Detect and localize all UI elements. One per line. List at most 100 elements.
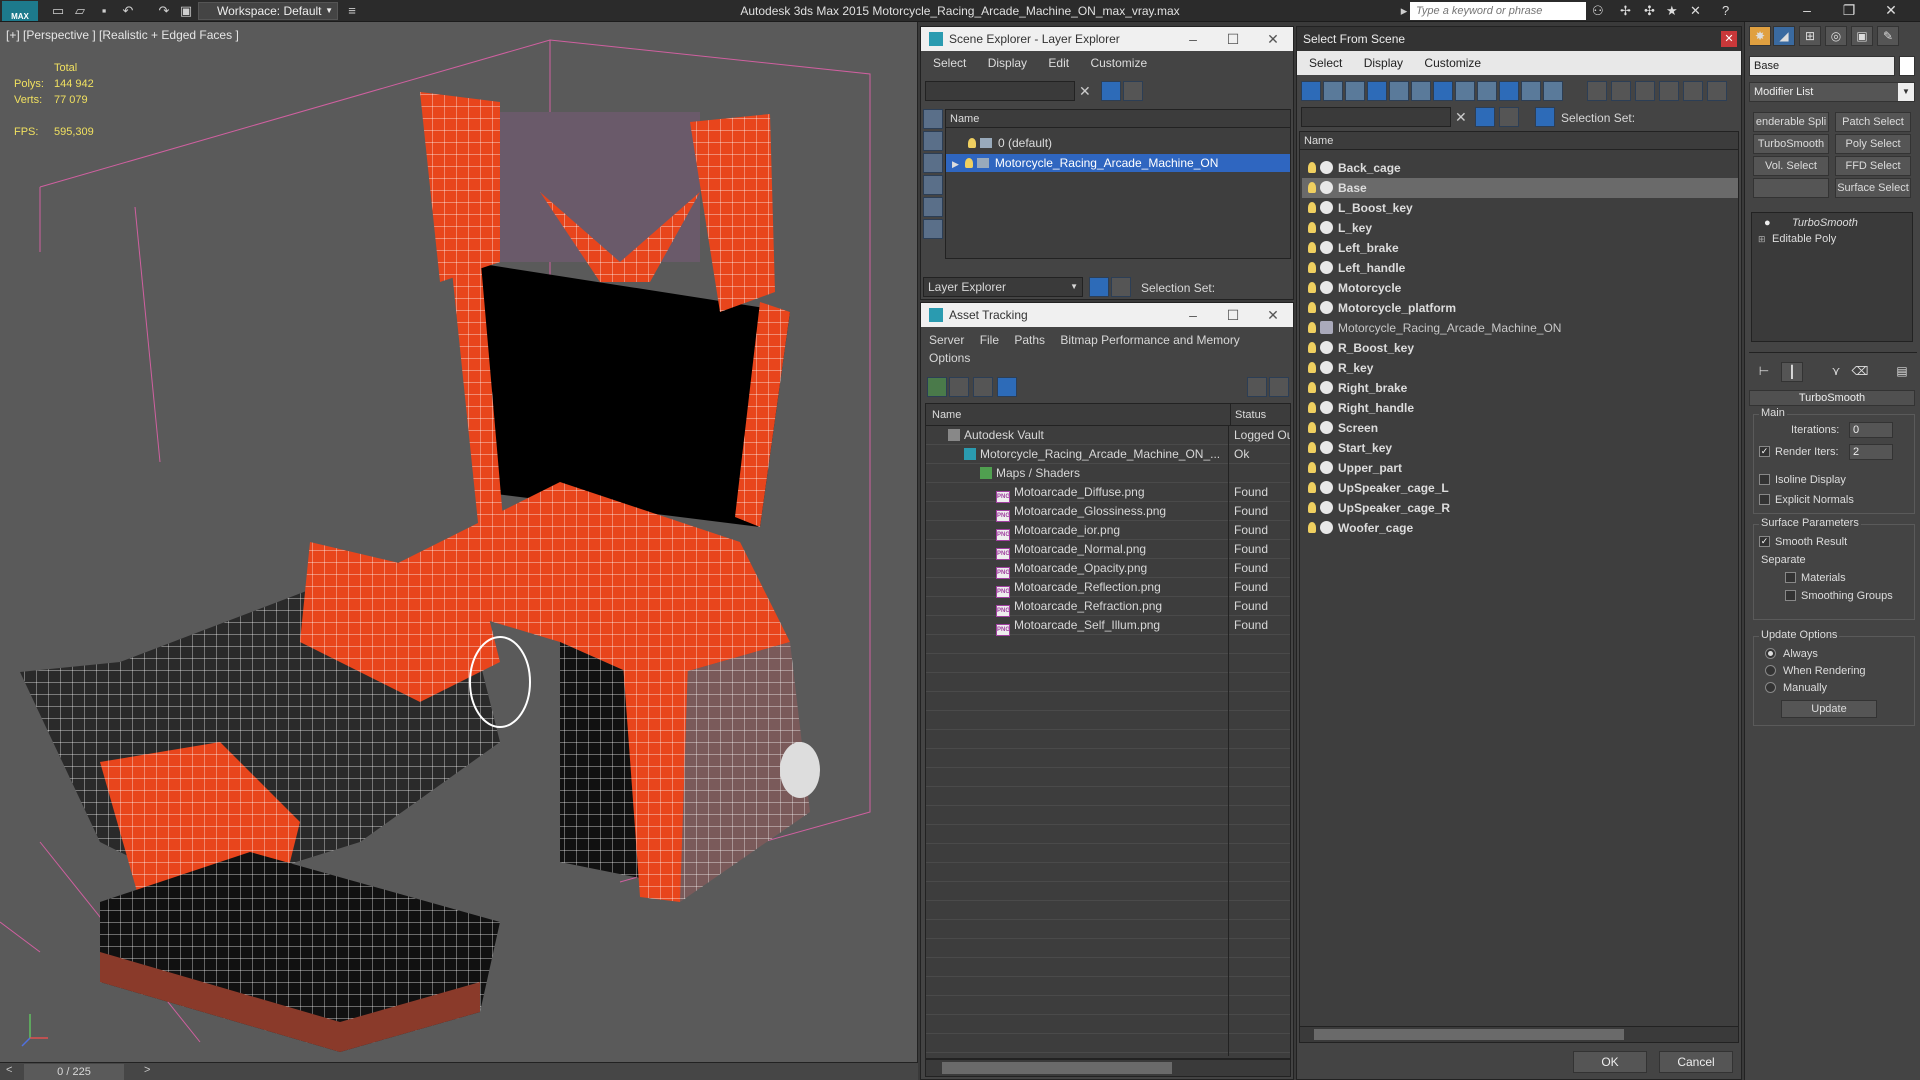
show-end-result-icon[interactable]: ┃ <box>1781 362 1803 382</box>
stack-item-editable-poly[interactable]: ⊞ Editable Poly <box>1756 231 1836 247</box>
lightbulb-icon[interactable] <box>1308 522 1316 533</box>
open-file-icon[interactable]: ▱ <box>72 3 88 19</box>
create-tab-icon[interactable]: ✸ <box>1749 26 1771 46</box>
layer-row-selected[interactable]: ▶ Motorcycle_Racing_Arcade_Machine_ON <box>946 154 1290 172</box>
shapes-filter-icon[interactable] <box>1345 81 1365 101</box>
layers-icon[interactable] <box>1499 107 1519 127</box>
empty-modifier-button[interactable] <box>1753 178 1829 198</box>
bones-filter-icon[interactable] <box>1499 81 1519 101</box>
asset-row[interactable]: PNG Motoarcade_Refraction.png Found <box>926 597 1290 617</box>
help-icon[interactable] <box>1247 377 1267 397</box>
restore-icon[interactable]: ❐ <box>1834 2 1864 19</box>
explorer-type-dropdown[interactable]: Layer Explorer ▼ <box>923 277 1083 297</box>
workspace-dropdown[interactable]: Workspace: Default ▼ <box>198 2 338 20</box>
object-row[interactable]: UpSpeaker_cage_R <box>1302 498 1738 518</box>
object-row[interactable]: UpSpeaker_cage_L <box>1302 478 1738 498</box>
object-row[interactable]: R_key <box>1302 358 1738 378</box>
hierarchy-tab-icon[interactable]: ⊞ <box>1799 26 1821 46</box>
prev-frame-icon[interactable]: < <box>6 1064 12 1076</box>
display-helpers-icon[interactable] <box>923 219 943 239</box>
object-row[interactable]: L_key <box>1302 218 1738 238</box>
asset-row[interactable]: Motorcycle_Racing_Arcade_Machine_ON_... O… <box>926 445 1290 464</box>
spacewarps-filter-icon[interactable] <box>1433 81 1453 101</box>
turbosmooth-rollout-header[interactable]: TurboSmooth <box>1749 390 1915 406</box>
utilities-tab-icon[interactable]: ✎ <box>1877 26 1899 46</box>
binoculars-icon[interactable]: ⚇ <box>1592 3 1604 19</box>
asset-tracking-titlebar[interactable]: Asset Tracking – ☐ ✕ <box>921 303 1293 327</box>
asset-row[interactable]: Maps / Shaders <box>926 464 1290 483</box>
stack-item-turbosmooth[interactable]: ● TurboSmooth <box>1756 215 1858 231</box>
containers-filter-icon[interactable] <box>1521 81 1541 101</box>
menu-file[interactable]: File <box>980 333 999 347</box>
lightbulb-icon[interactable] <box>1308 302 1316 313</box>
asset-row[interactable]: PNG Motoarcade_Diffuse.png Found <box>926 483 1290 503</box>
object-row[interactable]: Motorcycle_platform <box>1302 298 1738 318</box>
display-geometry-icon[interactable] <box>923 131 943 151</box>
menu-select[interactable]: Select <box>933 56 966 70</box>
render-iters-spinner[interactable]: 2 <box>1849 444 1893 460</box>
make-unique-icon[interactable]: ⋎ <box>1825 362 1847 382</box>
app-logo[interactable]: MAX <box>2 1 38 21</box>
materials-checkbox[interactable] <box>1785 572 1796 583</box>
horizontal-scrollbar[interactable] <box>925 1059 1291 1077</box>
lightbulb-icon[interactable] <box>1308 222 1316 233</box>
name-column-header[interactable]: Name <box>1300 132 1738 150</box>
configure-sets-icon[interactable]: ▤ <box>1891 362 1913 382</box>
project-folder-icon[interactable]: ▣ <box>178 3 194 19</box>
menu-customize[interactable]: Customize <box>1424 56 1481 70</box>
surface-select-button[interactable]: Surface Select <box>1835 178 1911 198</box>
close-icon[interactable]: ✕ <box>1253 27 1293 51</box>
favorites-star-icon[interactable]: ★ <box>1666 3 1678 19</box>
asset-row[interactable]: PNG Motoarcade_ior.png Found <box>926 521 1290 541</box>
sort-icon[interactable] <box>1659 81 1679 101</box>
display-shapes-icon[interactable] <box>923 153 943 173</box>
always-radio[interactable] <box>1765 648 1776 659</box>
lightbulb-icon[interactable] <box>968 138 976 148</box>
column-name[interactable]: Name <box>932 404 961 426</box>
display-lights-icon[interactable] <box>923 175 943 195</box>
lightbulb-icon[interactable] <box>1308 162 1316 173</box>
close-icon[interactable]: ✕ <box>1253 303 1293 327</box>
layers-icon[interactable] <box>1123 81 1143 101</box>
object-row[interactable]: Motorcycle_Racing_Arcade_Machine_ON <box>1302 318 1738 338</box>
manually-radio[interactable] <box>1765 682 1776 693</box>
maximize-icon[interactable]: ☐ <box>1213 303 1253 327</box>
column-status[interactable]: Status <box>1230 404 1266 426</box>
select-all-icon[interactable] <box>1587 81 1607 101</box>
expand-icon[interactable]: ⊞ <box>1758 231 1766 247</box>
menu-options[interactable]: Options <box>929 351 970 365</box>
object-row[interactable]: R_Boost_key <box>1302 338 1738 358</box>
close-icon[interactable]: ✕ <box>1721 31 1737 47</box>
clear-search-icon[interactable]: ✕ <box>1079 83 1091 100</box>
smoothing-groups-checkbox[interactable] <box>1785 590 1796 601</box>
asset-row[interactable]: Autodesk Vault Logged Out <box>926 426 1290 445</box>
asset-row[interactable]: PNG Motoarcade_Reflection.png Found <box>926 578 1290 598</box>
asset-row[interactable]: PNG Motoarcade_Self_Illum.png Found <box>926 616 1290 636</box>
perspective-viewport[interactable]: [+] [Perspective ] [Realistic + Edged Fa… <box>0 22 918 1062</box>
options-icon[interactable] <box>1683 81 1703 101</box>
pin-stack-icon[interactable]: ⊢ <box>1753 362 1775 382</box>
scene-explorer-titlebar[interactable]: Scene Explorer - Layer Explorer – ☐ ✕ <box>921 27 1293 51</box>
display-all-icon[interactable] <box>1301 81 1321 101</box>
redo-icon[interactable]: ↷ <box>156 3 172 19</box>
menu-edit[interactable]: Edit <box>1048 56 1069 70</box>
motion-tab-icon[interactable]: ◎ <box>1825 26 1847 46</box>
object-name-field[interactable]: Base <box>1749 56 1895 76</box>
lightbulb-icon[interactable] <box>1308 442 1316 453</box>
geometry-filter-icon[interactable] <box>1323 81 1343 101</box>
next-frame-icon[interactable]: > <box>144 1064 150 1076</box>
helpers-filter-icon[interactable] <box>1411 81 1431 101</box>
lightbulb-icon[interactable] <box>1308 462 1316 473</box>
settings-icon[interactable] <box>1269 377 1289 397</box>
expand-arrow-icon[interactable]: ▶ <box>952 159 959 169</box>
lightbulb-icon[interactable]: ● <box>1764 215 1771 231</box>
object-row[interactable]: Start_key <box>1302 438 1738 458</box>
display-tab-icon[interactable]: ▣ <box>1851 26 1873 46</box>
object-row[interactable]: Screen <box>1302 418 1738 438</box>
menu-paths[interactable]: Paths <box>1014 333 1045 347</box>
name-column-header[interactable]: Name <box>946 110 1290 128</box>
when-rendering-radio[interactable] <box>1765 665 1776 676</box>
object-row[interactable]: L_Boost_key <box>1302 198 1738 218</box>
modify-tab-icon[interactable]: ◢ <box>1773 26 1795 46</box>
exchange-icon[interactable]: ✕ <box>1690 3 1701 19</box>
